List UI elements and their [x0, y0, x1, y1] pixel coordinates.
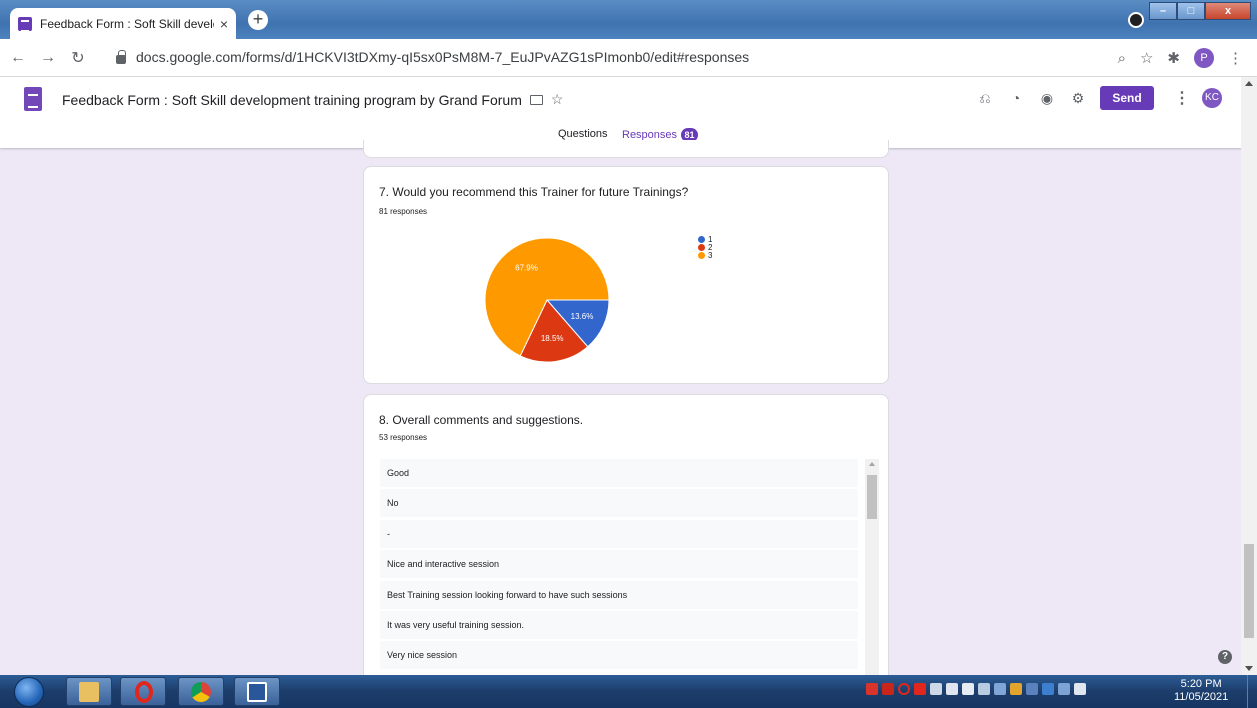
maximize-button[interactable]: □ — [1177, 2, 1205, 20]
more-vert-icon[interactable]: ⋮ — [1174, 88, 1190, 108]
avatar[interactable]: KC — [1202, 88, 1222, 108]
browser-titlebar: Feedback Form : Soft Skill develo × + – … — [0, 0, 1257, 39]
tab-title: Feedback Form : Soft Skill develo — [40, 16, 214, 31]
list-item: Good — [380, 459, 858, 487]
opera-icon — [135, 681, 153, 703]
network-icon[interactable] — [994, 683, 1006, 695]
battery-icon[interactable] — [946, 683, 958, 695]
tray-shield-icon[interactable] — [1042, 683, 1054, 695]
tab-questions[interactable]: Questions — [558, 128, 608, 140]
list-item: It was very useful training session. — [380, 610, 858, 639]
tab-close-icon[interactable]: × — [220, 16, 228, 32]
forward-arrow-icon[interactable]: → — [36, 49, 60, 67]
page-scroll-up-icon[interactable] — [1245, 81, 1253, 86]
opera-taskbar-button[interactable] — [120, 677, 166, 706]
list-item: Nice and interactive session — [380, 550, 858, 579]
list-item: - — [380, 519, 858, 548]
responses-scrollbar[interactable] — [865, 459, 879, 695]
page-scrollbar-thumb[interactable] — [1244, 544, 1254, 638]
quickheal-icon[interactable] — [914, 683, 926, 695]
browser-tab[interactable]: Feedback Form : Soft Skill develo × — [10, 8, 236, 39]
send-button[interactable]: Send — [1100, 86, 1154, 110]
legend-swatch — [698, 235, 705, 243]
bookmark-star-icon[interactable]: ☆ — [1140, 49, 1153, 67]
chart-legend: 123 — [698, 235, 713, 260]
close-window-button[interactable]: x — [1205, 2, 1251, 20]
start-button[interactable] — [14, 677, 44, 707]
minimize-button[interactable]: – — [1149, 2, 1177, 20]
clock-time: 5:20 PM — [1180, 678, 1222, 690]
legend-label: 3 — [708, 250, 713, 260]
page-scroll-down-icon[interactable] — [1245, 666, 1253, 671]
palette-icon[interactable]: ◔ — [1007, 89, 1025, 107]
url-field[interactable]: docs.google.com/forms/d/1HCKVI3tDXmy-qI5… — [116, 49, 749, 65]
scroll-up-arrow-icon[interactable] — [869, 462, 875, 466]
clock-date: 11/05/2021 — [1174, 691, 1229, 703]
browser-profile-icon[interactable] — [1128, 12, 1144, 28]
question-8-response-count: 53 responses — [379, 433, 428, 442]
extensions-puzzle-icon[interactable]: ✱ — [1167, 49, 1180, 67]
preview-eye-icon[interactable]: ◉ — [1038, 89, 1056, 107]
folder-icon[interactable] — [529, 94, 543, 105]
address-bar: ← → ↻ docs.google.com/forms/d/1HCKVI3tDX… — [0, 39, 1257, 77]
zoom-icon[interactable]: ⌕ — [1118, 50, 1126, 67]
window-controls: – □ x — [1149, 2, 1251, 20]
reload-icon[interactable]: ↻ — [66, 48, 90, 68]
folder-icon — [79, 682, 99, 702]
pie-chart: 13.6% 18.5% 67.9% — [484, 237, 610, 363]
form-title[interactable]: Feedback Form : Soft Skill development t… — [62, 92, 522, 108]
system-tray — [866, 683, 1086, 695]
signal-icon[interactable] — [1074, 683, 1086, 695]
chrome-taskbar-button[interactable] — [178, 677, 224, 706]
list-item: Best Training session looking forward to… — [380, 580, 858, 609]
help-icon[interactable]: ? — [1218, 650, 1232, 664]
question-8-card: 8. Overall comments and suggestions. 53 … — [363, 394, 889, 695]
tray-sync-icon[interactable] — [1026, 683, 1038, 695]
display-icon[interactable] — [978, 683, 990, 695]
action-center-icon[interactable] — [1058, 683, 1070, 695]
browser-menu-icon[interactable]: ⋮ — [1228, 49, 1243, 67]
back-arrow-icon[interactable]: ← — [6, 49, 30, 67]
responses-list: Good No - Nice and interactive session B… — [380, 459, 858, 672]
clock[interactable]: 5:20 PM 11/05/2021 — [1174, 678, 1228, 704]
acrobat-icon[interactable] — [882, 683, 894, 695]
pie-label-3: 67.9% — [515, 263, 538, 272]
lock-icon — [116, 49, 126, 64]
legend-swatch — [698, 243, 705, 251]
legend-swatch — [698, 251, 705, 259]
word-icon — [247, 682, 267, 702]
new-tab-button[interactable]: + — [248, 10, 268, 30]
tray-app-icon[interactable] — [866, 683, 878, 695]
question-7-card: 7. Would you recommend this Trainer for … — [363, 166, 889, 384]
pie-label-1: 13.6% — [571, 312, 594, 321]
forms-favicon-icon — [18, 16, 32, 32]
legend-item-3[interactable]: 3 — [698, 250, 713, 260]
addon-icon[interactable]: ⎌ — [976, 89, 994, 107]
volume-icon[interactable] — [962, 683, 974, 695]
show-desktop-button[interactable] — [1247, 675, 1257, 708]
opera-tray-icon[interactable] — [898, 683, 910, 695]
tray-utility-icon[interactable] — [1010, 683, 1022, 695]
speaker-icon[interactable] — [930, 683, 942, 695]
forms-logo-icon[interactable] — [24, 87, 42, 111]
list-item: Very nice session — [380, 641, 858, 670]
page-scrollbar[interactable] — [1241, 77, 1257, 675]
settings-gear-icon[interactable]: ⚙ — [1069, 89, 1087, 107]
star-icon[interactable]: ☆ — [551, 91, 564, 108]
chrome-icon — [191, 682, 211, 702]
question-8-title: 8. Overall comments and suggestions. — [379, 413, 584, 427]
previous-question-card — [363, 140, 889, 158]
profile-avatar[interactable]: P — [1194, 48, 1214, 68]
scrollbar-thumb[interactable] — [867, 475, 877, 519]
forms-header: Feedback Form : Soft Skill development t… — [0, 77, 1257, 148]
list-item: No — [380, 489, 858, 518]
pie-label-2: 18.5% — [541, 334, 564, 343]
word-taskbar-button[interactable] — [234, 677, 280, 706]
url-text: docs.google.com/forms/d/1HCKVI3tDXmy-qI5… — [136, 49, 750, 65]
file-explorer-taskbar-button[interactable] — [66, 677, 112, 706]
taskbar: 5:20 PM 11/05/2021 — [0, 675, 1257, 708]
